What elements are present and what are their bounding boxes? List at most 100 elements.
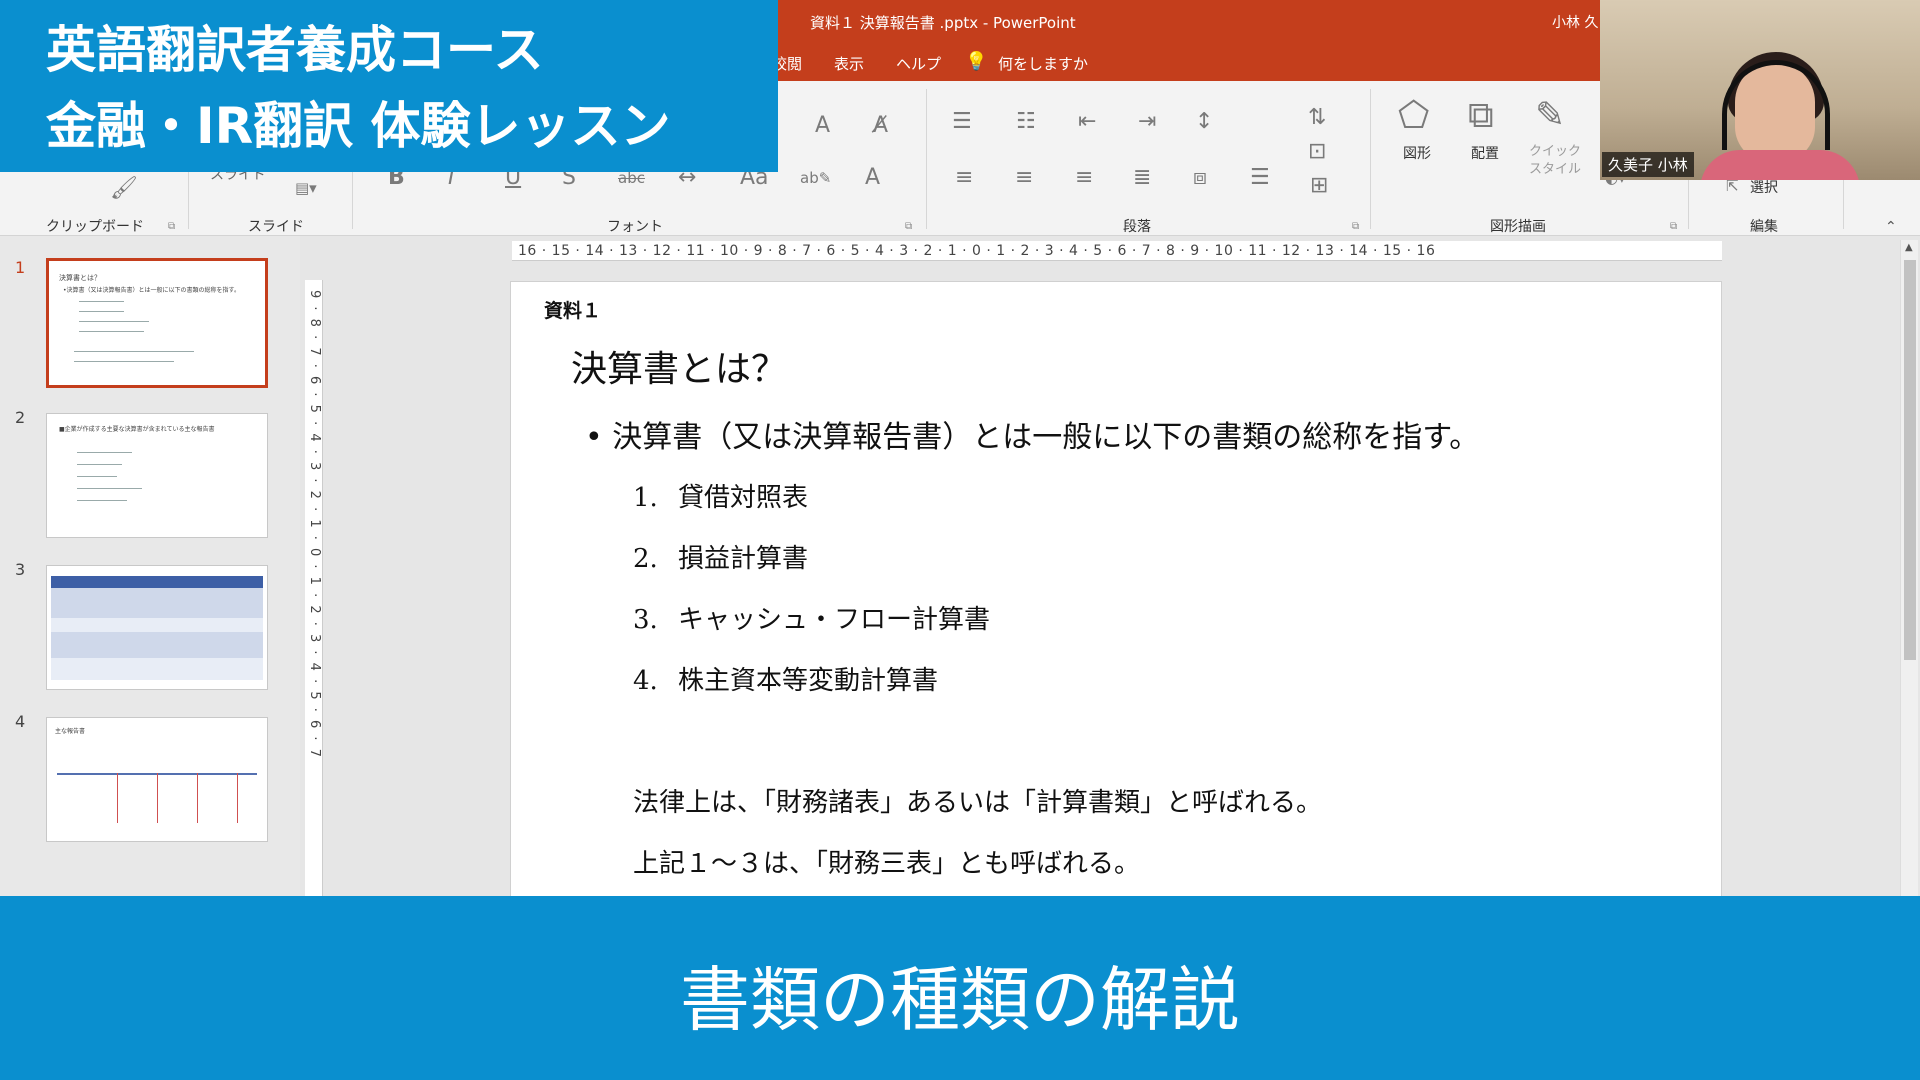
tab-view[interactable]: 表示 bbox=[834, 53, 864, 74]
caption-text: 書類の種類の解説 bbox=[680, 959, 1240, 1041]
account-name[interactable]: 小林 久 bbox=[1552, 12, 1598, 32]
slide-bullet[interactable]: • 決算書（又は決算報告書）とは一般に以下の書類の総称を指す。 bbox=[585, 412, 1479, 456]
clear-formatting-icon[interactable]: A̸ bbox=[873, 113, 888, 138]
dialog-launcher-icon[interactable]: ⧉ bbox=[1352, 221, 1359, 232]
align-left-icon[interactable]: ≡ bbox=[955, 165, 973, 190]
justify-icon[interactable]: ≣ bbox=[1133, 165, 1151, 190]
align-center-icon[interactable]: ≡ bbox=[1015, 165, 1033, 190]
thumbnail-number: 2 bbox=[15, 408, 26, 427]
divider bbox=[1370, 89, 1371, 229]
course-banner: 英語翻訳者養成コース 金融・IR翻訳 体験レッスン bbox=[0, 0, 778, 172]
slide-title[interactable]: 決算書とは？ bbox=[571, 340, 787, 392]
shapes-button[interactable]: 図形 bbox=[1403, 143, 1431, 163]
thumbnail-number: 4 bbox=[15, 712, 26, 731]
participant-name: 久美子 小林 bbox=[1602, 152, 1694, 177]
scroll-up-icon[interactable]: ▲ bbox=[1905, 242, 1913, 253]
thumbnail-line bbox=[117, 773, 118, 823]
quick-styles-button[interactable]: クイック スタイル bbox=[1525, 143, 1585, 179]
banner-subtitle: 金融・IR翻訳 体験レッスン bbox=[46, 97, 671, 155]
thumbnail-number: 1 bbox=[15, 258, 26, 277]
thumbnail-title: 決算書とは？ bbox=[59, 274, 101, 282]
thumbnail-line bbox=[77, 476, 117, 477]
slide-canvas[interactable]: 資料１ 決算書とは？ • 決算書（又は決算報告書）とは一般に以下の書類の総称を指… bbox=[510, 281, 1722, 921]
layout-icon[interactable]: ▤▾ bbox=[295, 179, 317, 197]
banner-title: 英語翻訳者養成コース bbox=[46, 21, 544, 79]
tell-me-search[interactable]: 何をしますか bbox=[998, 53, 1088, 74]
group-label-clipboard: クリップボード bbox=[46, 219, 144, 235]
thumbnail-number: 3 bbox=[15, 560, 26, 579]
numbering-icon[interactable]: ☷ bbox=[1016, 109, 1036, 134]
dialog-launcher-icon[interactable]: ⧉ bbox=[1670, 221, 1677, 232]
font-color-icon[interactable]: A bbox=[865, 165, 880, 190]
thumbnail-table-row bbox=[51, 632, 263, 658]
thumbnail-table-header bbox=[51, 576, 263, 588]
smartart-icon[interactable]: ⊞ bbox=[1310, 173, 1328, 198]
list-number: 3. bbox=[633, 605, 658, 635]
slide-note[interactable]: 法律上は、「財務諸表」あるいは「計算書類」と呼ばれる。 bbox=[633, 782, 1322, 819]
vertical-scrollbar[interactable]: ▲ bbox=[1900, 240, 1918, 900]
horizontal-ruler: 16 · 15 · 14 · 13 · 12 · 11 · 10 · 9 · 8… bbox=[512, 241, 1722, 261]
list-text: 貸借対照表 bbox=[678, 483, 809, 513]
collapse-ribbon-icon[interactable]: ⌃ bbox=[1885, 219, 1897, 235]
list-item[interactable]: 3. キャッシュ・フロー計算書 bbox=[633, 599, 990, 636]
dialog-launcher-icon[interactable]: ⧉ bbox=[905, 221, 912, 232]
thumbnail-line bbox=[79, 331, 144, 332]
slide-thumbnail-1[interactable]: 決算書とは？ •決算書（又は決算報告書）とは一般に以下の書類の総称を指す。 bbox=[46, 258, 268, 388]
thumbnail-title: ■企業が作成する主要な決算書が含まれている主な報告書 bbox=[59, 426, 215, 433]
shapes-icon[interactable]: ⬠ bbox=[1398, 95, 1429, 136]
distributed-icon[interactable]: ⧈ bbox=[1193, 165, 1207, 190]
dialog-launcher-icon[interactable]: ⧉ bbox=[168, 221, 175, 232]
slide-thumbnail-2[interactable]: ■企業が作成する主要な決算書が含まれている主な報告書 bbox=[46, 413, 268, 538]
list-number: 1. bbox=[633, 483, 658, 513]
slide-thumbnail-3[interactable] bbox=[46, 565, 268, 690]
group-label-edit: 編集 bbox=[1750, 219, 1778, 235]
group-label-paragraph: 段落 bbox=[1123, 219, 1151, 235]
slide-note[interactable]: 上記１～３は、「財務三表」とも呼ばれる。 bbox=[633, 843, 1140, 880]
tab-help[interactable]: ヘルプ bbox=[896, 53, 941, 74]
thumbnail-line bbox=[237, 773, 238, 823]
thumbnail-table-row bbox=[51, 618, 263, 632]
list-text: キャッシュ・フロー計算書 bbox=[678, 605, 991, 635]
caption-band: 書類の種類の解説 bbox=[0, 896, 1920, 1080]
thumbnail-table-row bbox=[51, 588, 263, 618]
group-label-font: フォント bbox=[607, 219, 663, 235]
highlight-icon[interactable]: ab✎ bbox=[800, 169, 831, 187]
decrease-indent-icon[interactable]: ⇤ bbox=[1078, 109, 1096, 134]
thumbnail-line bbox=[74, 361, 174, 362]
thumbnail-line bbox=[79, 321, 149, 322]
arrange-button[interactable]: 配置 bbox=[1471, 143, 1499, 163]
thumbnail-line bbox=[74, 351, 194, 352]
increase-font-size-icon[interactable]: A bbox=[815, 113, 830, 138]
line-spacing-icon[interactable]: ↕ bbox=[1195, 109, 1213, 134]
text-direction-icon[interactable]: ⇅ bbox=[1308, 105, 1326, 130]
list-item[interactable]: 4. 株主資本等変動計算書 bbox=[633, 660, 938, 697]
slide-thumbnail-4[interactable]: 主な報告書 bbox=[46, 717, 268, 842]
list-item[interactable]: 2. 損益計算書 bbox=[633, 538, 808, 575]
quick-styles-icon[interactable]: ✎ bbox=[1535, 95, 1565, 136]
arrange-icon[interactable]: ⧉ bbox=[1468, 95, 1494, 137]
thumbnail-title: 主な報告書 bbox=[55, 728, 86, 735]
slide-label[interactable]: 資料１ bbox=[544, 296, 601, 323]
thumbnail-line bbox=[77, 488, 142, 489]
thumbnail-line bbox=[157, 773, 158, 823]
group-label-slides: スライド bbox=[248, 219, 304, 235]
list-number: 2. bbox=[633, 544, 658, 574]
thumbnail-line bbox=[79, 301, 124, 302]
thumbnail-line bbox=[77, 464, 122, 465]
screen: 資料１ 決算報告書 .pptx - PowerPoint 小林 久 校閲 表示 … bbox=[0, 0, 1920, 1080]
group-label-drawing: 図形描画 bbox=[1490, 219, 1546, 235]
select-button[interactable]: 選択 bbox=[1750, 177, 1778, 197]
format-painter-icon[interactable]: 🖌 bbox=[110, 176, 138, 201]
thumbnail-table-row bbox=[51, 658, 263, 680]
ruler-ticks: 16 · 15 · 14 · 13 · 12 · 11 · 10 · 9 · 8… bbox=[518, 243, 1436, 259]
list-item[interactable]: 1. 貸借対照表 bbox=[633, 477, 808, 514]
divider bbox=[926, 89, 927, 229]
thumbnail-line bbox=[77, 500, 127, 501]
increase-indent-icon[interactable]: ⇥ bbox=[1138, 109, 1156, 134]
list-text: 損益計算書 bbox=[678, 544, 809, 574]
align-right-icon[interactable]: ≡ bbox=[1075, 165, 1093, 190]
columns-icon[interactable]: ☰ bbox=[1250, 165, 1270, 190]
scrollbar-thumb[interactable] bbox=[1904, 260, 1916, 660]
bullets-icon[interactable]: ☰ bbox=[952, 109, 972, 134]
align-text-icon[interactable]: ⊡ bbox=[1308, 139, 1326, 164]
